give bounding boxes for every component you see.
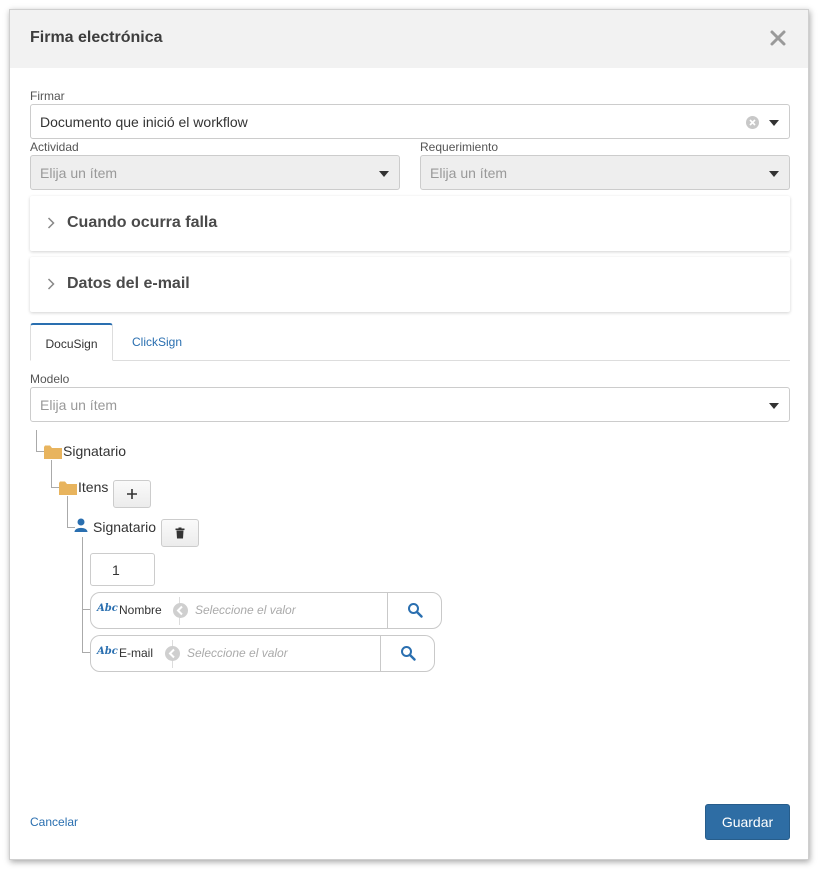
field-placeholder: Seleccione el valor	[187, 646, 288, 660]
tree-connector	[82, 652, 90, 653]
delete-signer-button[interactable]	[161, 519, 199, 547]
tree-node-signatario[interactable]: Signatario	[93, 519, 156, 535]
arrow-left-icon	[173, 603, 188, 618]
panel-title: Cuando ocurra falla	[67, 214, 218, 231]
actividad-label: Actividad	[30, 140, 79, 154]
text-type-icon: Abc	[97, 603, 118, 614]
field-label: Nombre	[119, 603, 162, 617]
modelo-placeholder: Elija un ítem	[40, 397, 118, 413]
folder-icon	[44, 445, 62, 459]
text-type-icon: Abc	[97, 646, 118, 657]
tree-connector	[67, 496, 68, 528]
chevron-right-icon	[47, 278, 55, 290]
electronic-signature-dialog: Firma electrónica Firmar Documento que i…	[9, 9, 809, 860]
panel-cuando-ocurra-falla[interactable]: Cuando ocurra falla	[30, 196, 790, 251]
panel-datos-email[interactable]: Datos del e-mail	[30, 257, 790, 312]
folder-icon	[59, 481, 77, 495]
tab-docusign[interactable]: DocuSign	[30, 323, 113, 361]
requerimiento-label: Requerimiento	[420, 140, 499, 154]
panel-title: Datos del e-mail	[67, 275, 190, 292]
tree-connector	[36, 451, 44, 452]
close-icon[interactable]	[766, 26, 790, 50]
tab-clicksign[interactable]: ClickSign	[122, 323, 192, 361]
order-number-input[interactable]: 1	[90, 553, 155, 586]
modelo-label: Modelo	[30, 372, 70, 386]
actividad-placeholder: Elija un ítem	[40, 165, 118, 181]
tree-connector	[51, 460, 52, 488]
chevron-down-icon[interactable]	[769, 120, 779, 126]
cancel-link[interactable]: Cancelar	[30, 815, 78, 829]
actividad-select[interactable]: Elija un ítem	[30, 155, 400, 190]
email-value-field[interactable]: Abc E-mail Seleccione el valor	[90, 635, 435, 672]
nombre-value-field[interactable]: Abc Nombre Seleccione el valor	[90, 592, 442, 629]
chevron-right-icon	[47, 217, 55, 229]
tree-node-itens[interactable]: Itens	[78, 479, 108, 495]
trash-icon	[175, 527, 185, 539]
add-item-button[interactable]	[113, 480, 151, 508]
search-icon	[408, 603, 423, 618]
field-placeholder: Seleccione el valor	[195, 603, 296, 617]
firmar-label: Firmar	[30, 89, 65, 103]
order-number-value: 1	[112, 562, 120, 578]
clear-icon[interactable]	[746, 116, 759, 129]
user-icon	[74, 518, 88, 532]
search-button[interactable]	[380, 636, 434, 671]
tree-node-signatario-root[interactable]: Signatario	[63, 443, 126, 459]
tree-connector	[82, 537, 83, 652]
chevron-down-icon[interactable]	[769, 403, 779, 409]
tree-connector	[82, 609, 90, 610]
tree-connector	[36, 430, 37, 452]
modelo-select[interactable]: Elija un ítem	[30, 387, 790, 422]
search-icon	[401, 646, 416, 661]
arrow-left-icon	[165, 646, 180, 661]
search-button[interactable]	[387, 593, 441, 628]
firmar-value: Documento que inició el workflow	[40, 114, 248, 130]
chevron-down-icon[interactable]	[769, 171, 779, 177]
tree-connector	[51, 487, 59, 488]
dialog-header: Firma electrónica	[10, 10, 808, 68]
field-label: E-mail	[119, 646, 154, 660]
requerimiento-placeholder: Elija un ítem	[430, 165, 508, 181]
save-button[interactable]: Guardar	[705, 804, 790, 840]
dialog-title: Firma electrónica	[30, 29, 163, 46]
plus-icon	[127, 489, 137, 499]
chevron-down-icon[interactable]	[379, 171, 389, 177]
requerimiento-select[interactable]: Elija un ítem	[420, 155, 790, 190]
firmar-select[interactable]: Documento que inició el workflow	[30, 104, 790, 139]
